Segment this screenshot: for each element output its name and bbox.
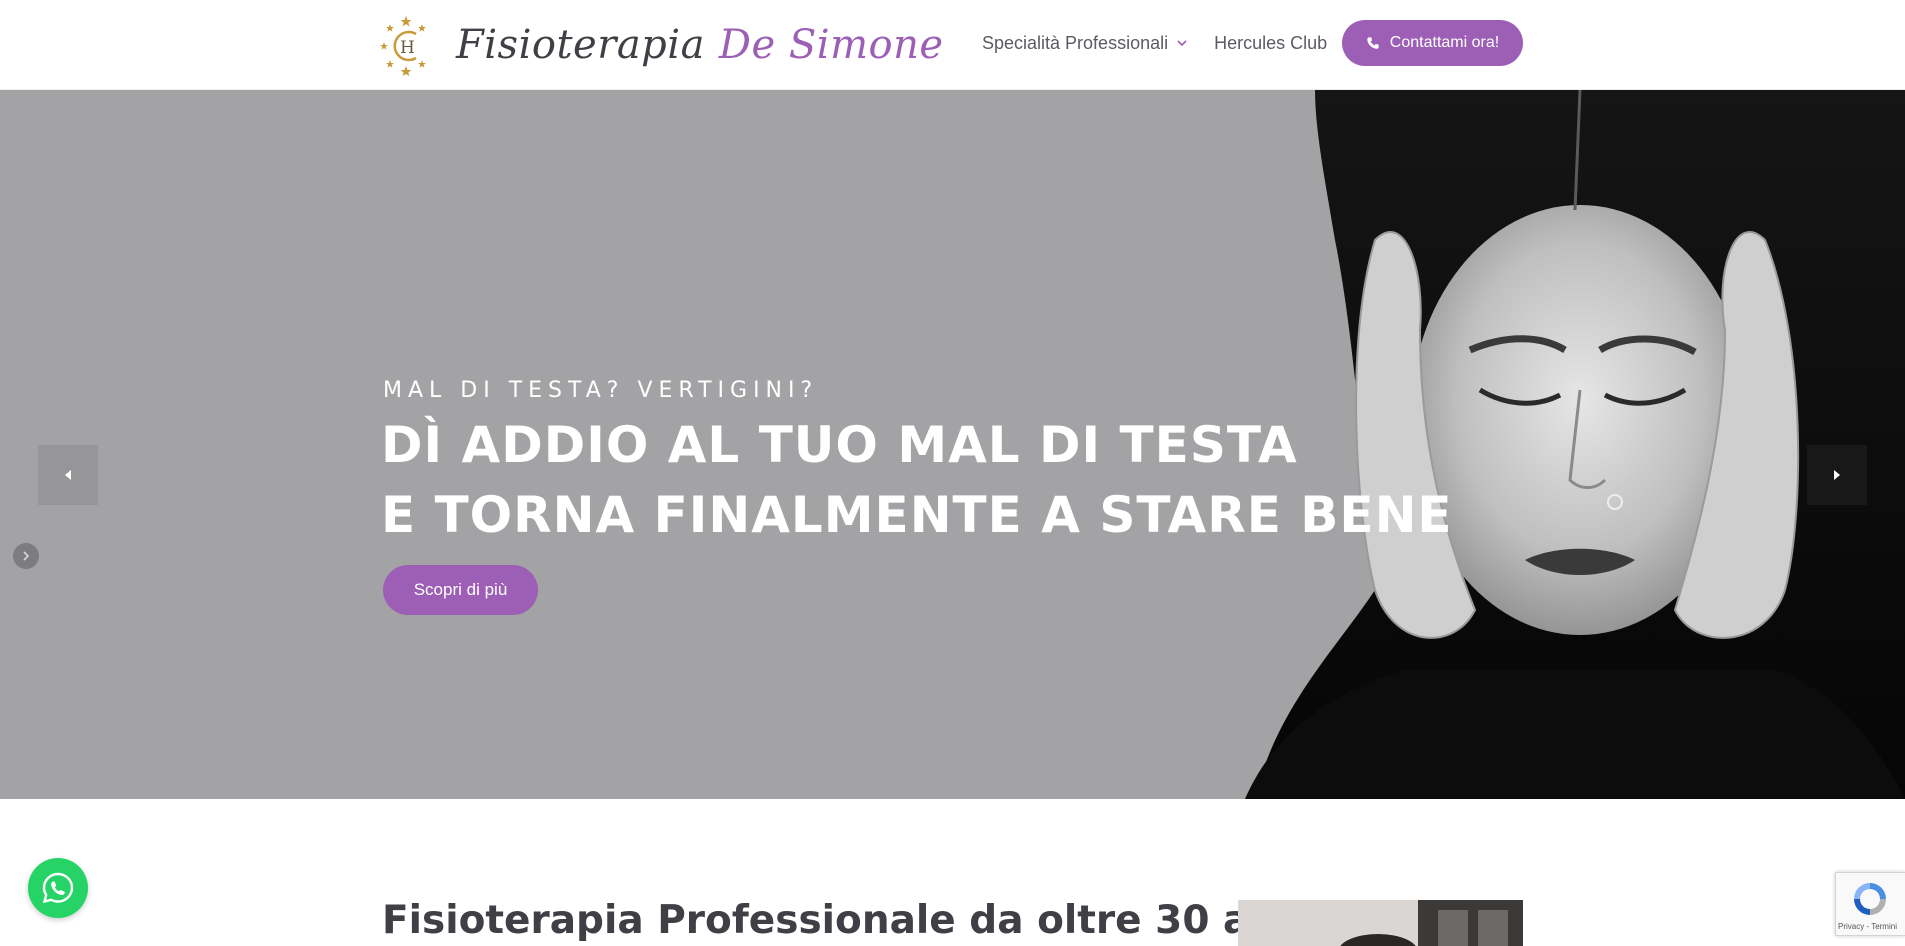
hero-title-line-1: DÌ ADDIO AL TUO MAL DI TESTA xyxy=(381,416,1298,474)
logo-emblem-icon: H xyxy=(380,16,426,76)
logo-word-fisioterapia: Fisioterapia xyxy=(456,22,705,68)
slider-prev-button[interactable] xyxy=(38,445,98,505)
side-panel-toggle-button[interactable] xyxy=(13,543,39,569)
phone-icon xyxy=(1367,37,1379,49)
chevron-down-icon xyxy=(1177,40,1187,47)
chevron-right-icon xyxy=(23,551,30,561)
whatsapp-chat-button[interactable] xyxy=(28,858,88,918)
nav-item-specialita[interactable]: Specialità Professionali xyxy=(982,33,1188,54)
nav-item-label: Specialità Professionali xyxy=(982,32,1169,53)
section-title: Fisioterapia Professionale da oltre 30 a… xyxy=(382,898,1359,943)
main-nav: Specialità Professionali Hercules Club xyxy=(982,20,1327,66)
contact-now-button[interactable]: Contattami ora! xyxy=(1342,20,1523,66)
caret-left-icon xyxy=(65,470,71,480)
content-image xyxy=(1238,900,1523,946)
learn-more-button[interactable]: Scopri di più xyxy=(383,565,538,615)
caret-right-icon xyxy=(1834,470,1840,480)
site-logo[interactable]: H Fisioterapia De Simone xyxy=(380,14,944,76)
logo-wordmark: Fisioterapia De Simone xyxy=(456,22,944,68)
svg-text:H: H xyxy=(400,38,415,58)
content-image-graphic xyxy=(1238,900,1523,946)
recaptcha-badge[interactable]: Privacy - Termini xyxy=(1835,872,1905,936)
hero-title: DÌ ADDIO AL TUO MAL DI TESTA E TORNA FIN… xyxy=(381,410,1453,550)
nav-item-label: Hercules Club xyxy=(1214,32,1328,53)
nav-item-hercules-club[interactable]: Hercules Club xyxy=(1214,33,1327,54)
recaptcha-privacy-text[interactable]: Privacy - Termini xyxy=(1838,922,1897,931)
site-header: H Fisioterapia De Simone Specialità Profe… xyxy=(0,0,1905,90)
contact-now-label: Contattami ora! xyxy=(1389,34,1500,51)
slider-next-button[interactable] xyxy=(1807,445,1867,505)
logo-word-de-simone: De Simone xyxy=(718,22,944,68)
recaptcha-icon xyxy=(1854,883,1886,915)
hero-title-line-2: E TORNA FINALMENTE A STARE BENE xyxy=(381,486,1453,544)
hero-eyebrow: MAL DI TESTA? VERTIGINI? xyxy=(383,378,819,403)
whatsapp-icon xyxy=(42,872,74,904)
hero-slider: MAL DI TESTA? VERTIGINI? DÌ ADDIO AL TUO… xyxy=(0,90,1905,799)
